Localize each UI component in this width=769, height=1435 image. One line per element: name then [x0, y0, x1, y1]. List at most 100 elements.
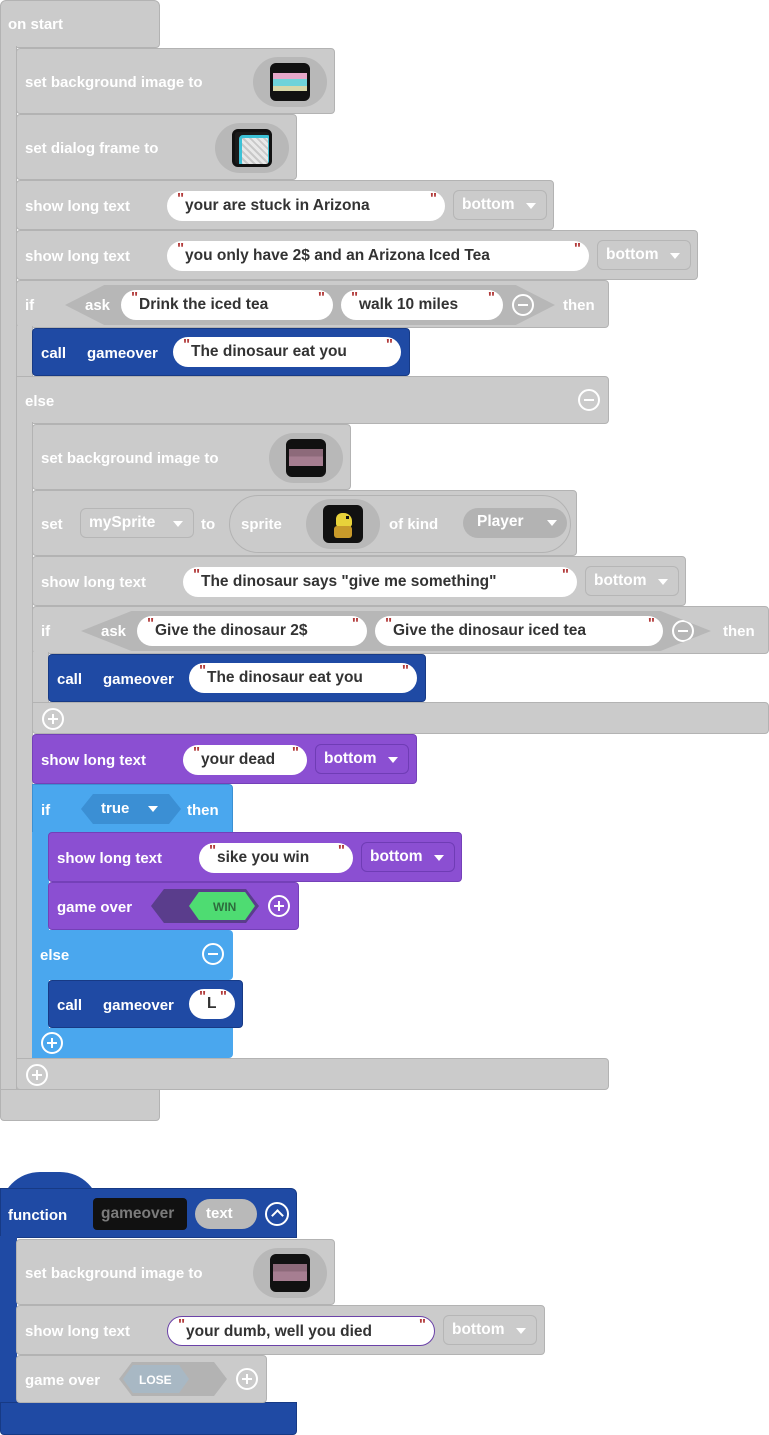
text-input[interactable]: you only have 2$ and an Arizona Iced Tea: [167, 234, 589, 271]
position-dropdown[interactable]: bottom: [585, 566, 679, 596]
chevron-down-icon: [547, 520, 557, 526]
text-input[interactable]: sike you win: [199, 836, 353, 873]
text-input[interactable]: your are stuck in Arizona: [167, 184, 445, 221]
gameover-arg-input[interactable]: L: [189, 982, 235, 1019]
show-long-text-block[interactable]: show long text The dinosaur says "give m…: [32, 556, 686, 606]
text-input[interactable]: your dumb, well you died: [167, 1310, 435, 1346]
game-over-block[interactable]: game over LOSE: [16, 1355, 267, 1403]
gameover-arg-input[interactable]: The dinosaur eat you: [173, 330, 401, 367]
function-spine: [0, 1236, 17, 1404]
minus-icon[interactable]: [578, 389, 600, 411]
if-block-spine: [32, 652, 49, 704]
chevron-down-icon: [388, 757, 398, 763]
win-value: WIN: [213, 900, 237, 914]
show-long-text-label: show long text: [25, 198, 130, 215]
game-over-block[interactable]: game over WIN: [48, 882, 299, 930]
show-long-text-block[interactable]: show long text your dumb, well you died …: [16, 1305, 545, 1355]
minus-icon[interactable]: [512, 294, 534, 316]
function-name-value: gameover: [101, 1205, 175, 1222]
lose-value: LOSE: [139, 1373, 172, 1387]
show-long-text-block[interactable]: show long text you only have 2$ and an A…: [16, 230, 698, 280]
position-dropdown[interactable]: bottom: [361, 842, 455, 872]
background-image-picker[interactable]: [253, 1248, 327, 1298]
position-dropdown[interactable]: bottom: [453, 190, 547, 220]
position-dropdown[interactable]: bottom: [443, 1315, 537, 1345]
set-sprite-block[interactable]: set mySprite to sprite of kind Player: [32, 490, 577, 556]
plus-icon[interactable]: [268, 895, 290, 917]
call-gameover-block[interactable]: call gameover The dinosaur eat you: [32, 328, 410, 376]
position-dropdown-value: bottom: [452, 1321, 505, 1338]
ask-condition[interactable]: ask Give the dinosaur 2$ Give the dinosa…: [81, 611, 711, 651]
show-long-text-block[interactable]: show long text your dead bottom: [32, 734, 417, 784]
ask-condition[interactable]: ask Drink the iced tea walk 10 miles: [65, 285, 555, 325]
plus-icon[interactable]: [41, 1032, 63, 1054]
show-long-text-block[interactable]: show long text sike you win bottom: [48, 832, 462, 882]
win-lose-selector[interactable]: LOSE: [119, 1362, 227, 1396]
if-block-header[interactable]: if ask Give the dinosaur 2$ Give the din…: [32, 606, 769, 654]
chevron-down-icon: [516, 1328, 526, 1334]
win-lose-selector[interactable]: WIN: [151, 889, 259, 923]
function-foot: [0, 1402, 297, 1435]
background-image-picker[interactable]: [269, 433, 343, 483]
show-long-text-label: show long text: [57, 850, 162, 867]
sprite-create-reporter[interactable]: sprite of kind Player: [229, 495, 571, 553]
if-label: if: [41, 802, 51, 819]
kind-dropdown-value: Player: [477, 513, 524, 530]
background-thumbnail-icon: [286, 439, 326, 477]
if-label: if: [41, 623, 51, 640]
option-a-input[interactable]: Give the dinosaur 2$: [137, 611, 367, 646]
set-background-block[interactable]: set background image to: [16, 48, 335, 114]
function-name-label: gameover: [87, 345, 158, 362]
to-label: to: [201, 516, 216, 533]
on-start-spine: [0, 46, 17, 1091]
chevron-up-icon[interactable]: [265, 1202, 289, 1226]
option-a-input[interactable]: Drink the iced tea: [121, 285, 333, 320]
option-b-input[interactable]: Give the dinosaur iced tea: [375, 611, 663, 646]
true-boolean-dropdown[interactable]: true: [81, 794, 181, 824]
if-block-header[interactable]: if ask Drink the iced tea walk 10 miles …: [16, 280, 609, 328]
minus-icon[interactable]: [672, 620, 694, 642]
set-dialog-frame-block[interactable]: set dialog frame to: [16, 114, 297, 180]
call-gameover-block[interactable]: call gameover L: [48, 980, 243, 1028]
else-label: else: [40, 947, 70, 964]
dialog-frame-picker[interactable]: [215, 123, 289, 173]
if-block-spine: [16, 326, 33, 378]
true-value: true: [101, 800, 130, 817]
game-over-label: game over: [25, 1372, 101, 1389]
then-label: then: [563, 297, 595, 314]
if-block-footer: [16, 1058, 609, 1090]
show-long-text-label: show long text: [25, 248, 130, 265]
minus-icon[interactable]: [202, 943, 224, 965]
call-gameover-block[interactable]: call gameover The dinosaur eat you: [48, 654, 426, 702]
position-dropdown-value: bottom: [606, 246, 659, 263]
function-definition-block[interactable]: function gameover text: [0, 1188, 297, 1238]
call-label: call: [57, 997, 83, 1014]
sprite-image-picker[interactable]: [306, 499, 380, 549]
plus-icon[interactable]: [26, 1064, 48, 1086]
else-label: else: [25, 393, 55, 410]
text-input[interactable]: The dinosaur says "give me something": [183, 560, 577, 597]
variable-dropdown[interactable]: mySprite: [80, 508, 194, 538]
set-background-block[interactable]: set background image to: [16, 1239, 335, 1305]
gameover-arg-input[interactable]: The dinosaur eat you: [189, 656, 417, 693]
position-dropdown[interactable]: bottom: [315, 744, 409, 774]
position-dropdown[interactable]: bottom: [597, 240, 691, 270]
function-name-field[interactable]: gameover: [93, 1198, 187, 1230]
then-label: then: [187, 802, 219, 819]
text-input[interactable]: your dead: [183, 738, 307, 775]
else-spine: [16, 422, 33, 1062]
function-param[interactable]: text: [195, 1199, 257, 1229]
option-b-input[interactable]: walk 10 miles: [341, 285, 503, 320]
plus-icon[interactable]: [42, 708, 64, 730]
background-image-picker[interactable]: [253, 57, 327, 107]
if-true-block[interactable]: if true then: [32, 784, 233, 834]
then-label: then: [723, 623, 755, 640]
set-background-block[interactable]: set background image to: [32, 424, 351, 490]
position-dropdown-value: bottom: [594, 572, 647, 589]
chevron-down-icon: [434, 855, 444, 861]
plus-icon[interactable]: [236, 1368, 258, 1390]
show-long-text-block[interactable]: show long text your are stuck in Arizona…: [16, 180, 554, 230]
set-background-label: set background image to: [25, 74, 203, 91]
position-dropdown-value: bottom: [462, 196, 515, 213]
kind-dropdown[interactable]: Player: [463, 508, 567, 538]
